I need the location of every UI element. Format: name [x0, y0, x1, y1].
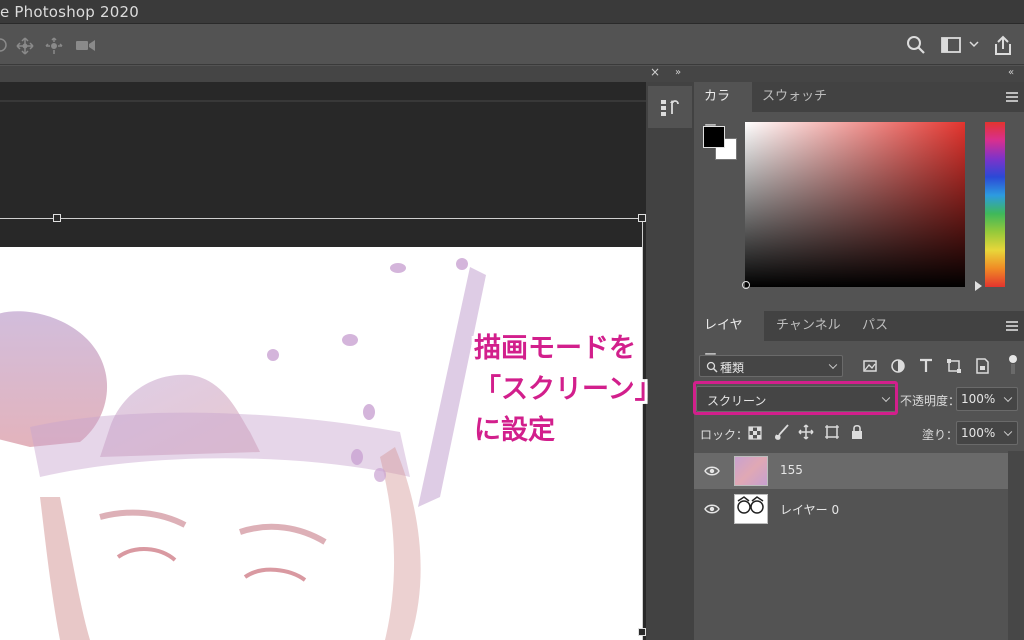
- filter-smart-object-icon[interactable]: [974, 358, 990, 374]
- annotation-line: に設定: [474, 415, 555, 446]
- foreground-color-swatch[interactable]: [703, 126, 725, 148]
- window-title: e Photoshop 2020: [0, 3, 139, 21]
- blend-mode-highlight-box: [693, 381, 898, 415]
- transform-handle-top[interactable]: [53, 214, 61, 222]
- annotation-line: 描画モードを: [474, 333, 636, 364]
- opacity-label: 不透明度：: [900, 394, 961, 408]
- layers-scrollbar[interactable]: [1008, 451, 1024, 640]
- tab-swatches[interactable]: スウォッチ: [752, 82, 837, 112]
- share-icon[interactable]: [992, 35, 1014, 57]
- panel-strip: × » «: [0, 65, 1024, 82]
- color-picker-field[interactable]: [745, 122, 965, 287]
- color-panel-tabs: カラー スウォッチ: [694, 82, 1024, 134]
- layers-panel-menu-icon[interactable]: [1006, 321, 1018, 331]
- lock-transparent-pixels-icon[interactable]: [748, 426, 762, 440]
- search-icon: [706, 361, 718, 373]
- annotation-line: 「スクリーン」: [474, 374, 662, 405]
- fill-input[interactable]: 100%: [956, 421, 1018, 445]
- color-picker-cursor[interactable]: [742, 281, 750, 289]
- eye-icon[interactable]: [704, 465, 720, 477]
- layer-name: 155: [780, 463, 803, 477]
- tab-paths[interactable]: パス: [852, 311, 898, 341]
- lock-artboard-icon[interactable]: [824, 424, 840, 440]
- pan-3d-icon[interactable]: [16, 37, 34, 55]
- layer-filter-select[interactable]: 種類: [699, 355, 843, 377]
- filter-shape-icon[interactable]: [946, 358, 962, 374]
- lock-image-pixels-icon[interactable]: [774, 424, 790, 440]
- workspace-icon[interactable]: [940, 35, 962, 55]
- tab-color[interactable]: カラー: [694, 82, 752, 134]
- layer-row-layer-0[interactable]: レイヤー 0: [694, 491, 1008, 527]
- layer-name: レイヤー 0: [780, 503, 840, 517]
- slide-3d-icon[interactable]: [44, 37, 64, 55]
- history-panel-button[interactable]: [648, 86, 692, 128]
- layer-thumbnail: [734, 494, 768, 524]
- collapse-panels-icon[interactable]: «: [1008, 67, 1014, 78]
- annotation-text: 描画モードを 「スクリーン」 に設定: [474, 328, 674, 451]
- options-bar: [0, 25, 1024, 65]
- expand-panels-icon[interactable]: »: [675, 67, 681, 78]
- search-icon[interactable]: [906, 35, 926, 55]
- filter-type-icon[interactable]: [918, 358, 934, 374]
- chevron-down-icon: [1003, 393, 1013, 403]
- fill-value: 100%: [961, 426, 996, 440]
- color-panel-menu-icon[interactable]: [1006, 92, 1018, 102]
- right-panels: カラー スウォッチ レイヤー チャンネル パス 種類 スクリーン 不透明度： 1…: [694, 82, 1024, 640]
- layers-panel-tabs: レイヤー チャンネル パス: [694, 311, 1024, 363]
- lock-label: ロック：: [700, 428, 749, 442]
- chevron-down-icon[interactable]: [969, 39, 979, 49]
- close-panel-icon[interactable]: ×: [650, 65, 660, 79]
- transform-handle-top-right[interactable]: [638, 214, 646, 222]
- document-tab-edge: [0, 100, 646, 102]
- tab-layers[interactable]: レイヤー: [694, 311, 764, 363]
- video-camera-icon[interactable]: [74, 37, 98, 53]
- hue-slider-marker[interactable]: [975, 281, 982, 291]
- orbit-3d-icon[interactable]: [0, 37, 8, 53]
- opacity-value: 100%: [961, 392, 996, 406]
- filter-adjustment-icon[interactable]: [890, 358, 906, 374]
- fill-label: 塗り：: [922, 428, 959, 442]
- lock-position-icon[interactable]: [798, 424, 814, 440]
- transform-handle-bottom-right[interactable]: [638, 628, 646, 636]
- filter-toggle-icon[interactable]: [1006, 354, 1020, 376]
- history-icon: [661, 100, 679, 116]
- layer-filter-label: 種類: [720, 361, 745, 375]
- layer-row-155[interactable]: 155: [694, 453, 1008, 489]
- tab-channels[interactable]: チャンネル: [766, 311, 851, 341]
- layer-thumbnail: [734, 456, 768, 486]
- hue-slider[interactable]: [985, 122, 1005, 287]
- chevron-down-icon: [1003, 427, 1013, 437]
- chevron-down-icon: [828, 360, 838, 370]
- sketch-thumbnail: [737, 496, 764, 514]
- eye-icon[interactable]: [704, 503, 720, 515]
- filter-pixel-icon[interactable]: [862, 358, 878, 374]
- opacity-input[interactable]: 100%: [956, 387, 1018, 411]
- title-bar: e Photoshop 2020: [0, 0, 1024, 24]
- lock-all-icon[interactable]: [850, 424, 864, 440]
